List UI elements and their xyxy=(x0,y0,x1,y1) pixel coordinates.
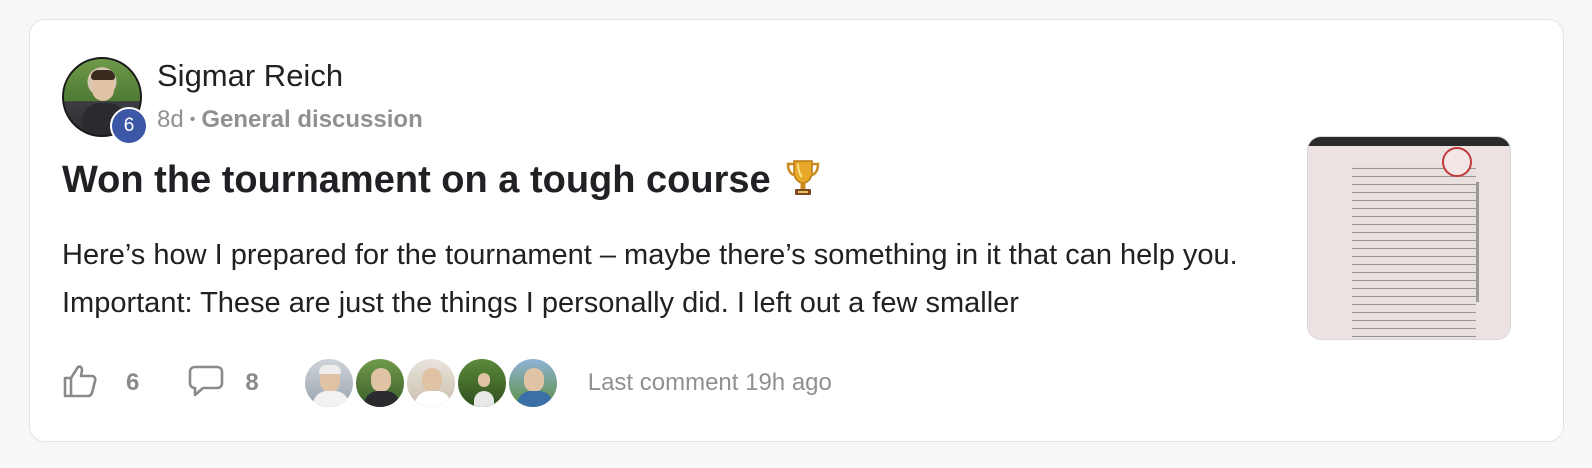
thumbs-up-icon xyxy=(62,363,98,404)
comment-icon xyxy=(187,364,225,403)
club-seal-icon xyxy=(1442,147,1472,177)
post-meta: 8d • General discussion xyxy=(157,106,423,134)
participant-avatar[interactable] xyxy=(455,357,508,409)
comment-count: 8 xyxy=(245,369,259,396)
post-card[interactable]: 6 Sigmar Reich 8d • General discussion W… xyxy=(29,19,1564,442)
author-name[interactable]: Sigmar Reich xyxy=(157,58,343,94)
trophy-icon xyxy=(785,158,821,208)
level-badge: 6 xyxy=(110,107,148,145)
participant-avatar[interactable] xyxy=(404,357,457,409)
post-thumbnail[interactable] xyxy=(1307,136,1511,340)
post-age: 8d xyxy=(157,106,184,133)
participant-avatar[interactable] xyxy=(353,357,406,409)
category-link[interactable]: General discussion xyxy=(201,106,422,134)
post-title-text: Won the tournament on a tough course xyxy=(62,159,771,201)
participant-avatars[interactable] xyxy=(302,357,559,409)
participant-avatar[interactable] xyxy=(302,357,355,409)
like-count: 6 xyxy=(126,369,140,396)
last-comment-time: Last comment 19h ago xyxy=(587,369,832,396)
comment-button[interactable]: 8 xyxy=(187,364,259,403)
participant-avatar[interactable] xyxy=(506,357,559,409)
meta-separator: • xyxy=(189,111,196,128)
post-footer: 6 8 Last comment 19h ago xyxy=(62,357,832,409)
author-avatar[interactable]: 6 xyxy=(62,57,148,145)
like-button[interactable]: 6 xyxy=(62,363,139,404)
post-title[interactable]: Won the tournament on a tough course xyxy=(62,158,821,208)
post-excerpt[interactable]: Here’s how I prepared for the tournament… xyxy=(62,231,1292,327)
